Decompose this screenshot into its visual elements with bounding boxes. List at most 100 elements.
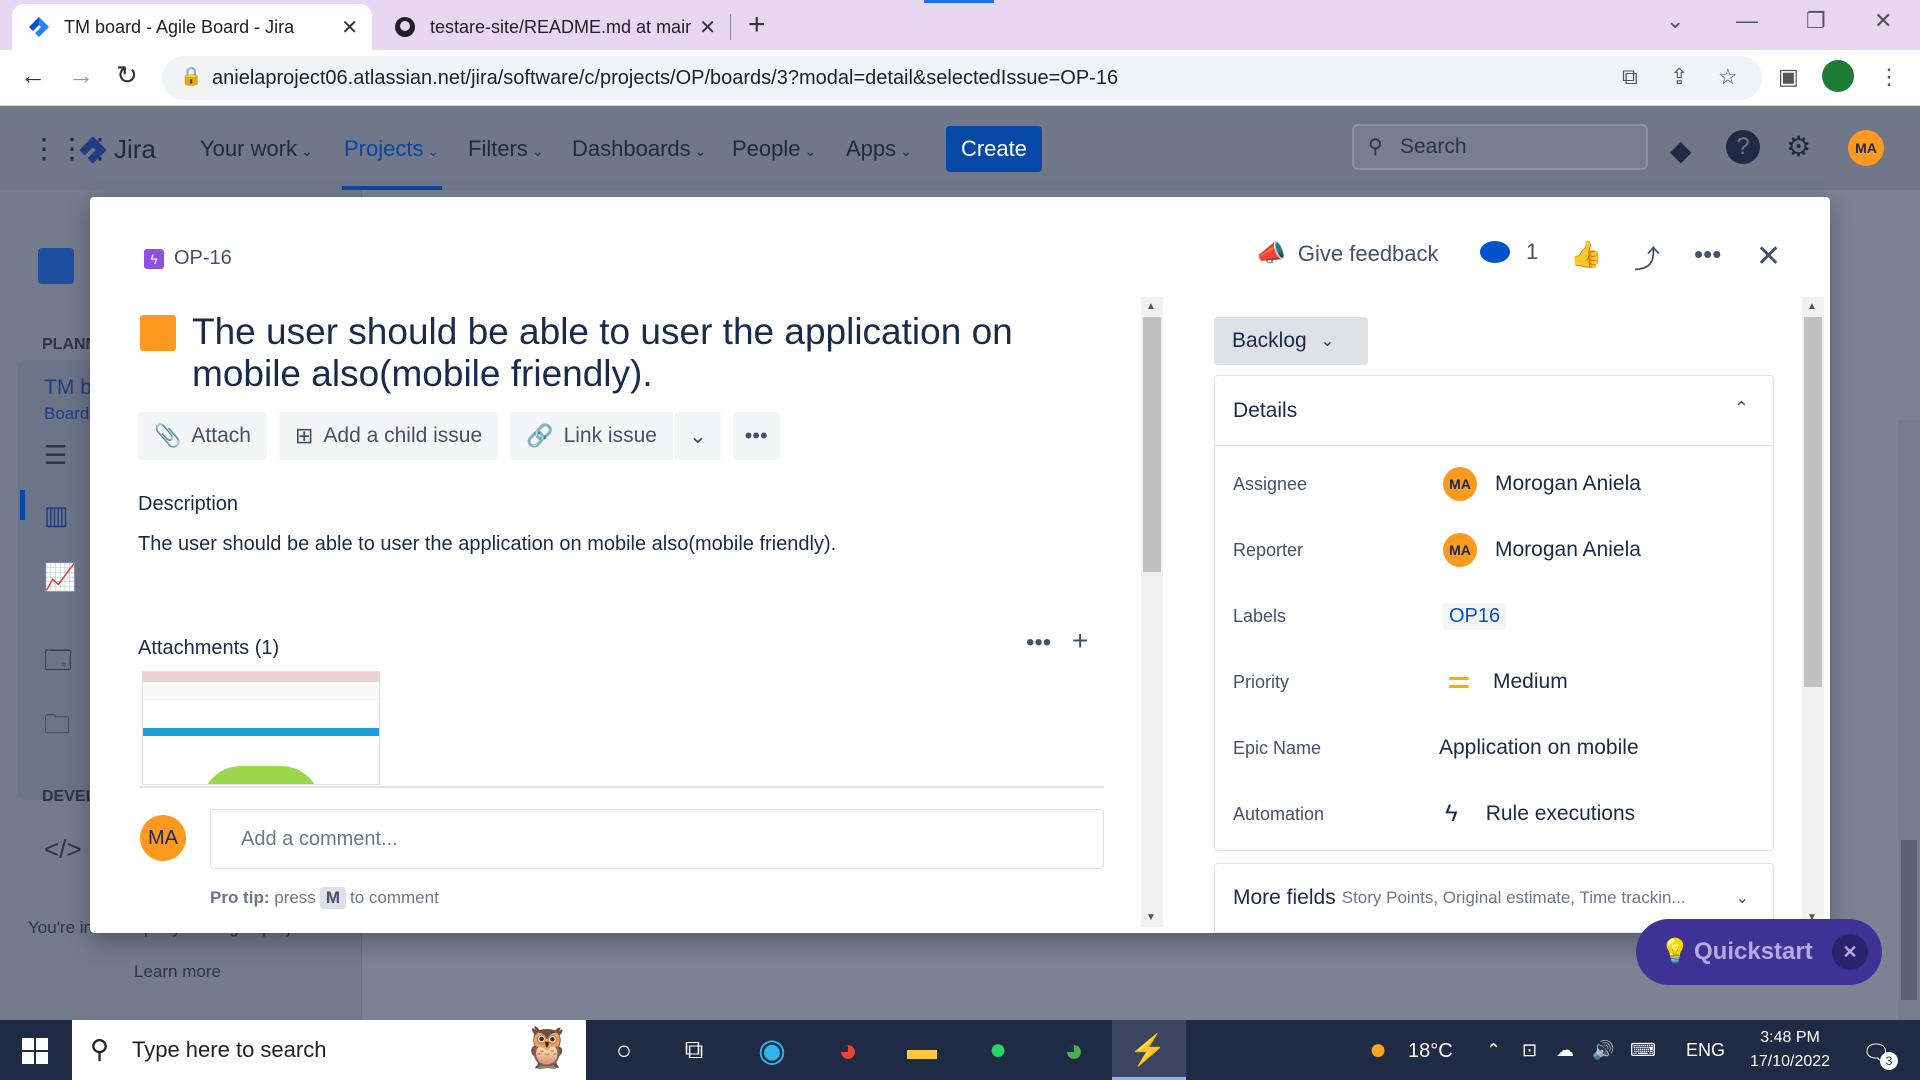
temperature[interactable]: 18°C	[1408, 1040, 1453, 1063]
browser-menu-icon[interactable]: ⋮	[1878, 64, 1900, 90]
lightning-icon: ϟ	[1445, 800, 1458, 827]
close-tab-icon[interactable]: ✕	[341, 15, 358, 40]
user-avatar[interactable]: MA	[1848, 130, 1884, 166]
keyboard-icon[interactable]: ⌨	[1630, 1040, 1656, 1061]
watch-button[interactable]: 1	[1480, 239, 1538, 265]
new-tab-icon[interactable]: +	[748, 8, 766, 42]
attach-button[interactable]: 📎 Attach	[138, 412, 267, 460]
onedrive-icon[interactable]: ☁	[1556, 1040, 1574, 1061]
jira-search-input[interactable]: ⚲ Search	[1352, 124, 1648, 170]
task-view-icon[interactable]: ⧉	[674, 1032, 714, 1068]
attachments-divider	[140, 786, 1104, 788]
settings-gear-icon[interactable]: ⚙	[1786, 130, 1811, 163]
code-icon[interactable]: </>	[44, 834, 82, 865]
edge-icon[interactable]: ◉	[752, 1032, 792, 1068]
issue-title[interactable]: The user should be able to user the appl…	[192, 311, 1032, 395]
chrome-icon[interactable]: ◕	[828, 1032, 868, 1068]
windows-start-icon[interactable]	[22, 1038, 48, 1064]
sidebar-active-indicator	[20, 490, 25, 520]
whatsapp-icon[interactable]: ●	[978, 1032, 1018, 1068]
assignee-field[interactable]: MA Morogan Aniela	[1443, 467, 1641, 501]
address-bar[interactable]: 🔒 anielaproject06.atlassian.net/jira/sof…	[162, 56, 1762, 100]
reporter-field[interactable]: MA Morogan Aniela	[1443, 533, 1641, 567]
file-explorer-icon[interactable]: ▬	[902, 1032, 942, 1068]
quickstart-button[interactable]: 💡 Quickstart ✕	[1636, 919, 1882, 985]
reports-icon[interactable]: 📈	[44, 562, 76, 593]
link-issue-dropdown[interactable]: ⌄	[674, 412, 721, 460]
sidebar-board-title[interactable]: TM b	[44, 376, 92, 400]
language-indicator[interactable]: ENG	[1686, 1040, 1725, 1061]
notifications-icon[interactable]: ◆	[1670, 134, 1692, 167]
forward-icon[interactable]: →	[68, 60, 94, 91]
project-avatar-icon[interactable]	[38, 248, 74, 284]
board-icon[interactable]: ▥	[44, 500, 69, 531]
taskbar-clock[interactable]: 3:48 PM 17/10/2022	[1750, 1026, 1830, 1074]
epic-name-field[interactable]: Application on mobile	[1439, 736, 1639, 760]
search-highlight-owl-icon: 🦉	[522, 1026, 572, 1070]
nav-your-work[interactable]: Your work ⌄	[200, 136, 313, 162]
cortana-icon[interactable]: ○	[604, 1032, 644, 1068]
translate-icon[interactable]: ⧉	[1622, 64, 1638, 90]
comment-avatar: MA	[140, 815, 186, 861]
create-button[interactable]: Create	[946, 126, 1042, 172]
help-icon[interactable]: ?	[1726, 130, 1760, 164]
more-actions-icon[interactable]: •••	[1694, 239, 1721, 270]
jira-favicon-icon	[26, 14, 52, 40]
main-pane-scrollbar[interactable]: ▲ ▼	[1141, 297, 1163, 927]
nav-filters[interactable]: Filters ⌄	[468, 136, 544, 162]
profile-icon[interactable]	[1822, 60, 1854, 92]
window-close-icon[interactable]: ✕	[1874, 8, 1892, 34]
close-quickstart-icon[interactable]: ✕	[1832, 934, 1868, 970]
comment-input[interactable]: Add a comment...	[210, 809, 1104, 869]
details-header[interactable]: Details ⌃	[1215, 376, 1773, 446]
give-feedback-button[interactable]: 📣 Give feedback	[1256, 239, 1439, 268]
components-icon[interactable]: 🗀	[44, 706, 70, 750]
weather-sun-icon: ●	[1368, 1033, 1388, 1066]
description-text[interactable]: The user should be able to user the appl…	[138, 533, 836, 556]
chevron-down-icon: ⌄	[531, 143, 544, 159]
tray-chevron-icon[interactable]: ⌃	[1486, 1040, 1501, 1061]
jira-logo[interactable]: Jira	[78, 134, 156, 165]
restore-icon[interactable]: ❐	[1806, 8, 1826, 34]
nav-apps[interactable]: Apps ⌄	[846, 136, 912, 162]
minimize-icon[interactable]: —	[1736, 8, 1758, 34]
priority-row: Priority Medium	[1233, 670, 1568, 694]
priority-field[interactable]: Medium	[1443, 670, 1568, 694]
add-attachment-icon[interactable]: +	[1072, 625, 1088, 657]
link-issue-button[interactable]: 🔗 Link issue	[510, 412, 673, 460]
bookmark-star-icon[interactable]: ☆	[1718, 64, 1738, 90]
nav-people[interactable]: People ⌄	[732, 136, 816, 162]
learn-more-link[interactable]: Learn more	[134, 962, 221, 982]
share-icon[interactable]: ⤴	[1634, 239, 1660, 276]
avatar: MA	[1443, 533, 1477, 567]
issue-key-breadcrumb[interactable]: ϟ OP-16	[144, 247, 232, 270]
like-thumbs-up-icon[interactable]: 👍	[1570, 239, 1602, 270]
more-apps-button[interactable]: •••	[732, 412, 780, 460]
add-child-issue-button[interactable]: ⊞ Add a child issue	[278, 412, 499, 460]
nav-dashboards[interactable]: Dashboards ⌄	[572, 136, 706, 162]
side-pane-scrollbar[interactable]: ▲ ▼	[1802, 297, 1824, 927]
automation-field[interactable]: ϟ Rule executions	[1443, 800, 1635, 828]
labels-field[interactable]: OP16	[1443, 602, 1507, 630]
issues-icon[interactable]: 🗔	[44, 642, 72, 686]
browser-tab-jira[interactable]: TM board - Agile Board - Jira ✕	[12, 4, 372, 50]
attachments-more-icon[interactable]: •••	[1026, 629, 1051, 657]
share-icon[interactable]: ⇪	[1670, 64, 1688, 90]
page-scrollbar[interactable]	[1898, 420, 1920, 1020]
status-dropdown[interactable]: Backlog ⌄	[1214, 317, 1368, 365]
back-icon[interactable]: ←	[20, 60, 46, 91]
nav-projects[interactable]: Projects ⌄	[344, 136, 439, 162]
attachment-thumbnail[interactable]	[142, 671, 380, 785]
jira-app-icon[interactable]: ⚡	[1128, 1032, 1168, 1068]
roadmap-icon[interactable]: ☰	[44, 440, 67, 471]
taskbar-search-input[interactable]: ⚲ Type here to search 🦉	[72, 1020, 586, 1080]
volume-icon[interactable]: 🔊	[1592, 1040, 1614, 1061]
browser-tab-github[interactable]: testare-site/README.md at main ✕	[378, 4, 730, 50]
close-tab-icon[interactable]: ✕	[699, 15, 716, 40]
meet-icon[interactable]: ⊡	[1522, 1040, 1537, 1061]
chrome-profile-icon[interactable]: ◕	[1054, 1032, 1094, 1068]
reload-icon[interactable]: ↻	[116, 60, 138, 91]
side-panel-icon[interactable]: ▣	[1778, 64, 1799, 90]
tab-search-icon[interactable]: ⌄	[1666, 8, 1684, 34]
close-modal-icon[interactable]: ✕	[1756, 239, 1781, 274]
